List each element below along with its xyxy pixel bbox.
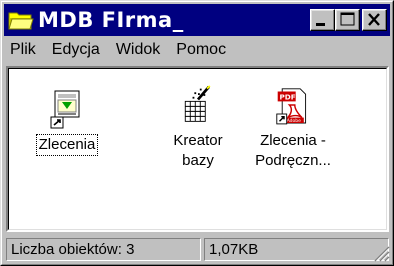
window-title: MDB FIrma_ <box>38 8 184 32</box>
maximize-icon <box>340 12 355 26</box>
menu-bar: Plik Edycja Widok Pomoc <box>4 37 390 63</box>
file-label: Zlecenia - Podręczn... <box>255 132 331 169</box>
pdf-document-shortcut-icon: PDF Adobe <box>276 88 307 125</box>
close-icon <box>368 13 380 26</box>
menu-edit[interactable]: Edycja <box>44 41 108 59</box>
menu-help[interactable]: Pomoc <box>168 41 234 59</box>
status-size: 1,07KB <box>204 238 389 261</box>
folder-icon <box>8 12 34 30</box>
menu-view[interactable]: Widok <box>108 41 168 59</box>
minimize-icon <box>316 23 325 26</box>
close-button[interactable] <box>362 9 387 31</box>
database-wizard-icon <box>184 85 211 122</box>
svg-text:Adobe: Adobe <box>287 118 301 124</box>
menu-file[interactable]: Plik <box>4 41 44 59</box>
resize-grip-icon[interactable] <box>372 244 390 262</box>
svg-text:PDF: PDF <box>280 93 296 102</box>
file-item-zlecenia-podrecznik[interactable]: PDF Adobe Zlecenia - Podręczn... <box>249 85 337 171</box>
file-label: Kreator bazy <box>173 132 223 169</box>
install-package-shortcut-icon <box>50 90 80 129</box>
status-bar: Liczba obiektów: 3 1,07KB <box>4 236 391 263</box>
file-list-pane[interactable]: Zlecenia Kreator bazy PDF Adobe Zlecenia… <box>6 66 389 232</box>
file-item-zlecenia[interactable]: Zlecenia <box>23 89 111 156</box>
maximize-button[interactable] <box>335 9 360 31</box>
explorer-window: MDB FIrma_ Plik Edycja Widok Pomoc Zlece… <box>0 0 394 266</box>
status-object-count: Liczba obiektów: 3 <box>6 238 201 261</box>
file-item-kreator-bazy[interactable]: Kreator bazy <box>154 85 242 171</box>
title-bar[interactable]: MDB FIrma_ <box>4 4 390 36</box>
minimize-button[interactable] <box>310 9 335 31</box>
file-label: Zlecenia <box>35 134 99 156</box>
